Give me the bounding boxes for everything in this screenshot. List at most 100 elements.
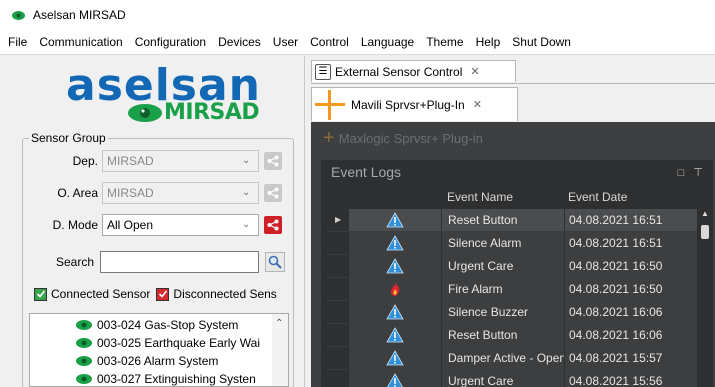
pin-icon[interactable]: ⊤: [693, 167, 703, 179]
event-date: 04.08.2021 16:06: [564, 324, 697, 346]
disconnected-checkbox[interactable]: [156, 287, 170, 301]
event-table: Event Name Event Date ▶ Reset Button 04.…: [327, 187, 713, 387]
connected-checkbox[interactable]: [34, 287, 47, 301]
menu-theme[interactable]: Theme: [420, 35, 469, 49]
plugin-area: + Maxlogic Sprvsr+ Plug-in Event Logs □ …: [311, 122, 715, 387]
logo-eye-icon: [128, 104, 162, 122]
maxlogic-header[interactable]: + Maxlogic Sprvsr+ Plug-in: [323, 127, 483, 149]
sliders-icon: ☰: [315, 63, 331, 80]
close-icon[interactable]: ✕: [470, 65, 479, 78]
table-row[interactable]: Reset Button 04.08.2021 16:06: [327, 324, 697, 347]
filter-checkboxes: Connected Sensor Disconnected Sens: [34, 285, 290, 303]
dep-share-button[interactable]: [264, 152, 282, 170]
event-name: Reset Button: [441, 209, 564, 231]
list-item[interactable]: 003-026 Alarm System: [76, 352, 218, 369]
warning-icon: [387, 373, 403, 387]
event-icon-cell: [349, 209, 441, 231]
event-name: Fire Alarm: [441, 278, 564, 300]
sensor-label: 003-024 Gas-Stop System: [97, 317, 239, 332]
dmode-share-button[interactable]: [264, 216, 282, 234]
list-item[interactable]: 003-025 Earthquake Early Wai: [76, 334, 260, 351]
warning-icon: [386, 327, 404, 343]
scroll-thumb[interactable]: [701, 225, 709, 239]
event-name: Damper Active - Open: [441, 347, 566, 369]
menu-bar: File Communication Configuration Devices…: [0, 30, 715, 55]
chevron-down-icon: ⌄: [242, 155, 251, 166]
menu-devices[interactable]: Devices: [212, 35, 267, 49]
oarea-select[interactable]: MIRSAD ⌄: [102, 182, 259, 204]
event-name: Silence Alarm: [441, 232, 564, 254]
maximize-icon[interactable]: □: [678, 167, 685, 179]
share-icon: [267, 155, 279, 167]
list-item[interactable]: 003-027 Extinguishing Systen: [76, 370, 256, 386]
chevron-up-icon[interactable]: ⌃: [275, 318, 283, 329]
warning-icon: [386, 235, 404, 251]
sensor-list[interactable]: 003-024 Gas-Stop System 003-025 Earthqua…: [29, 313, 289, 387]
row-selector[interactable]: [327, 370, 349, 387]
logo: aselsan MIRSAD: [0, 56, 305, 132]
event-icon-cell: [349, 278, 441, 300]
table-row[interactable]: Fire Alarm 04.08.2021 16:50: [327, 278, 697, 301]
row-selector[interactable]: [327, 324, 349, 346]
menu-configuration[interactable]: Configuration: [129, 35, 212, 49]
row-selector[interactable]: [327, 255, 349, 277]
menu-language[interactable]: Language: [355, 35, 420, 49]
menu-file[interactable]: File: [2, 35, 33, 49]
search-button[interactable]: [265, 252, 285, 272]
eye-icon: [76, 337, 92, 348]
close-icon[interactable]: ✕: [473, 98, 482, 111]
disconnected-label: Disconnected Sens: [173, 287, 277, 301]
event-logs-title: Event Logs: [331, 164, 402, 180]
warning-icon: [386, 304, 404, 320]
plus-icon: [315, 89, 345, 120]
sensor-label: 003-026 Alarm System: [97, 353, 219, 368]
dmode-label: D. Mode: [52, 218, 98, 232]
list-scrollbar[interactable]: ⌃: [272, 314, 288, 386]
plus-icon: +: [323, 127, 335, 149]
search-label: Search: [55, 255, 94, 269]
menu-control[interactable]: Control: [304, 35, 355, 49]
list-item[interactable]: 003-024 Gas-Stop System: [76, 316, 238, 333]
table-scrollbar[interactable]: ▲: [699, 187, 711, 387]
table-row[interactable]: Silence Buzzer 04.08.2021 16:06: [327, 301, 697, 324]
row-selector[interactable]: ▶: [327, 209, 349, 231]
tab-external-sensor-control[interactable]: ☰ External Sensor Control ✕: [311, 60, 516, 82]
scroll-up-icon[interactable]: ▲: [701, 209, 709, 218]
search-input[interactable]: [100, 251, 259, 273]
dmode-select[interactable]: All Open ⌄: [102, 214, 259, 236]
table-row[interactable]: Urgent Care 04.08.2021 16:50: [327, 255, 697, 278]
event-icon-cell: [349, 255, 441, 277]
chevron-down-icon: ⌄: [242, 219, 251, 230]
search-row: Search: [22, 251, 285, 273]
eye-icon: [76, 373, 92, 384]
table-row[interactable]: Damper Active - Open 04.08.2021 15:57: [327, 347, 697, 370]
warning-icon: [386, 258, 404, 274]
dep-select[interactable]: MIRSAD ⌄: [102, 150, 259, 172]
table-row[interactable]: Silence Alarm 04.08.2021 16:51: [327, 232, 697, 255]
row-selector[interactable]: [327, 301, 349, 323]
row-selector[interactable]: [327, 347, 349, 369]
fire-icon: [391, 282, 400, 296]
event-icon-cell: [349, 301, 441, 323]
table-row[interactable]: Urgent Care 04.08.2021 15:56: [327, 370, 697, 387]
connected-label: Connected Sensor: [51, 287, 151, 301]
menu-communication[interactable]: Communication: [33, 35, 128, 49]
warning-icon: [386, 350, 404, 366]
menu-help[interactable]: Help: [470, 35, 507, 49]
menu-shut-down[interactable]: Shut Down: [506, 35, 577, 49]
menu-user[interactable]: User: [267, 35, 304, 49]
warning-icon: [386, 212, 404, 228]
check-icon: [36, 290, 45, 298]
oarea-share-button[interactable]: [264, 184, 282, 202]
row-selector[interactable]: [327, 232, 349, 254]
subtab-bar: Mavili Sprvsr+Plug-In ✕: [311, 83, 715, 121]
col-event-name[interactable]: Event Name: [447, 190, 513, 204]
event-logs-header: Event Logs □ ⊤: [321, 160, 713, 186]
event-name: Urgent Care: [441, 370, 564, 387]
tab-mavili[interactable]: Mavili Sprvsr+Plug-In ✕: [311, 87, 518, 121]
col-event-date[interactable]: Event Date: [568, 190, 627, 204]
row-selector[interactable]: [327, 278, 349, 300]
event-date: 04.08.2021 15:56: [564, 370, 697, 387]
event-icon-cell: [349, 347, 441, 369]
table-row[interactable]: ▶ Reset Button 04.08.2021 16:51: [327, 209, 697, 232]
